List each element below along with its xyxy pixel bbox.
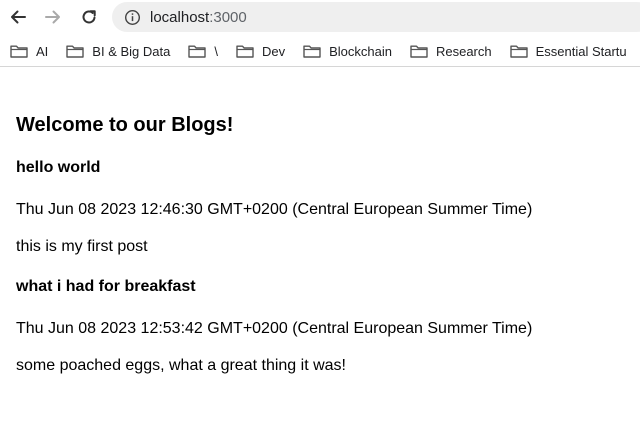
arrow-left-icon	[11, 10, 26, 24]
post-title: hello world	[16, 159, 101, 176]
bookmark-label: Blockchain	[329, 43, 392, 59]
bookmark-folder-blockchain[interactable]: Blockchain	[303, 44, 392, 59]
blog-post: what i had for breakfast Thu Jun 08 2023…	[16, 278, 626, 375]
arrow-right-icon	[45, 10, 60, 24]
folder-icon	[236, 45, 254, 58]
bookmark-label: Research	[435, 43, 492, 59]
folder-icon	[303, 45, 321, 58]
site-info-icon[interactable]	[123, 8, 141, 26]
bookmark-folder-backslash[interactable]: \	[188, 44, 218, 59]
folder-icon	[66, 45, 84, 58]
bookmark-label: AI	[36, 43, 49, 59]
folder-icon	[410, 45, 428, 58]
folder-icon	[188, 45, 207, 58]
page-title: Welcome to our Blogs!	[16, 114, 234, 136]
blog-post: hello world Thu Jun 08 2023 12:46:30 GMT…	[16, 159, 626, 256]
bookmark-folder-essential-startup[interactable]: Essential Startu	[509, 43, 627, 59]
page-content: Welcome to our Blogs! hello world Thu Ju…	[16, 70, 626, 375]
bookmarks-bar: AI BI & Big Data \ Dev Blockchain Resear…	[0, 36, 640, 67]
reload-icon	[82, 10, 96, 24]
url-host: localhost	[150, 8, 210, 26]
post-body: this is my first post	[16, 238, 148, 255]
post-title: what i had for breakfast	[16, 278, 196, 295]
forward-button[interactable]	[40, 4, 66, 30]
folder-icon	[509, 45, 528, 58]
post-body: some poached eggs, what a great thing it…	[16, 357, 346, 374]
url-text[interactable]: localhost:3000	[150, 9, 247, 26]
bookmark-label: Essential Startu	[535, 43, 627, 59]
reload-button[interactable]	[76, 4, 102, 30]
post-date: Thu Jun 08 2023 12:53:42 GMT+0200 (Centr…	[16, 320, 533, 337]
bookmark-folder-dev[interactable]: Dev	[236, 44, 285, 59]
back-button[interactable]	[5, 4, 31, 30]
browser-toolbar: localhost:3000	[0, 0, 640, 34]
folder-icon	[10, 45, 28, 58]
bookmark-folder-ai[interactable]: AI	[10, 44, 48, 59]
address-bar[interactable]: localhost:3000	[112, 2, 640, 32]
bookmark-folder-research[interactable]: Research	[410, 44, 492, 59]
bookmark-label: \	[214, 43, 218, 59]
url-port: :3000	[209, 8, 247, 26]
bookmark-folder-bi-big-data[interactable]: BI & Big Data	[66, 44, 170, 59]
bookmark-label: Dev	[261, 43, 286, 59]
post-date: Thu Jun 08 2023 12:46:30 GMT+0200 (Centr…	[16, 201, 533, 218]
bookmark-label: BI & Big Data	[92, 43, 171, 59]
